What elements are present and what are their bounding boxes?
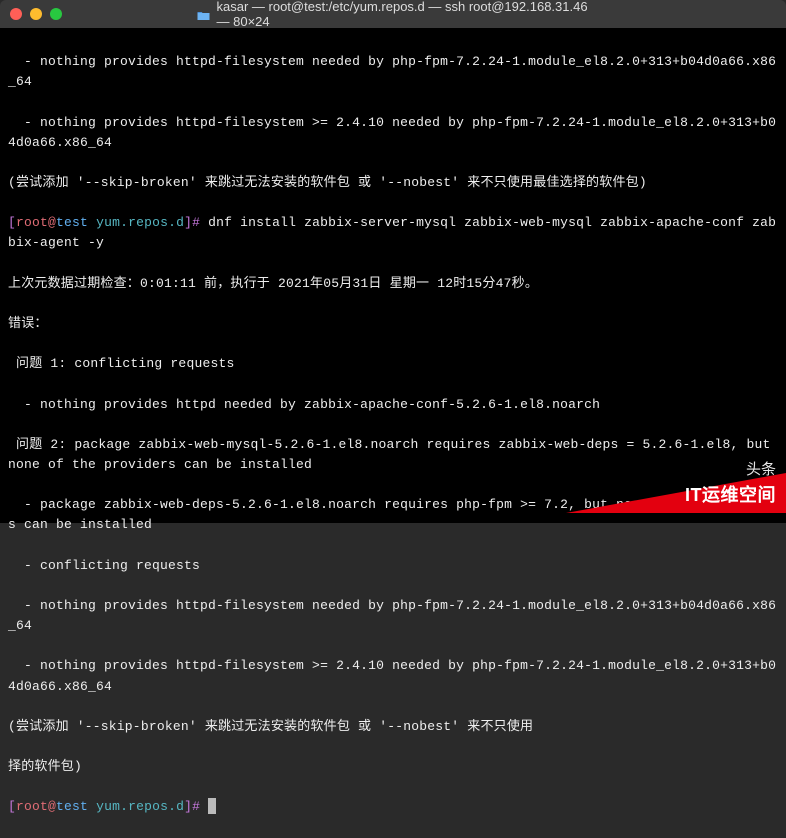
- output-line: 择的软件包): [8, 757, 778, 777]
- prompt-user: root: [16, 799, 48, 814]
- prompt-host: test: [56, 215, 88, 230]
- cursor: [208, 798, 216, 814]
- output-line: - nothing provides httpd-filesystem need…: [8, 52, 778, 92]
- prompt-line: [root@test yum.repos.d]#: [8, 797, 778, 817]
- prompt-bracket-open: [: [8, 799, 16, 814]
- prompt-line: [root@test yum.repos.d]# dnf install zab…: [8, 213, 778, 253]
- command-text: [200, 799, 208, 814]
- output-line: 问题 2: package zabbix-web-mysql-5.2.6-1.e…: [8, 435, 778, 475]
- output-line: - nothing provides httpd-filesystem need…: [8, 596, 778, 636]
- output-line: - conflicting requests: [8, 556, 778, 576]
- prompt-at: @: [48, 799, 56, 814]
- output-line: 错误：: [8, 314, 778, 334]
- window-title: kasar — root@test:/etc/yum.repos.d — ssh…: [197, 0, 590, 29]
- output-line: 上次元数据过期检查：0:01:11 前，执行于 2021年05月31日 星期一 …: [8, 274, 778, 294]
- prompt-at: @: [48, 215, 56, 230]
- output-line: 问题 1: conflicting requests: [8, 354, 778, 374]
- maximize-button[interactable]: [50, 8, 62, 20]
- prompt-host: test: [56, 799, 88, 814]
- terminal-output[interactable]: - nothing provides httpd-filesystem need…: [0, 28, 786, 523]
- prompt-path: yum.repos.d: [88, 799, 184, 814]
- folder-icon: [197, 9, 211, 20]
- prompt-bracket-open: [: [8, 215, 16, 230]
- output-line: (尝试添加 '--skip-broken' 来跳过无法安装的软件包 或 '--n…: [8, 173, 778, 193]
- prompt-bracket-close: ]#: [184, 799, 200, 814]
- traffic-lights: [10, 8, 62, 20]
- output-line: (尝试添加 '--skip-broken' 来跳过无法安装的软件包 或 '--n…: [8, 717, 778, 737]
- output-line: - nothing provides httpd-filesystem >= 2…: [8, 113, 778, 153]
- prompt-bracket-close: ]#: [184, 215, 200, 230]
- output-line: - package zabbix-web-deps-5.2.6-1.el8.no…: [8, 495, 778, 535]
- output-line: - nothing provides httpd-filesystem >= 2…: [8, 656, 778, 696]
- window-titlebar: kasar — root@test:/etc/yum.repos.d — ssh…: [0, 0, 786, 28]
- close-button[interactable]: [10, 8, 22, 20]
- prompt-path: yum.repos.d: [88, 215, 184, 230]
- minimize-button[interactable]: [30, 8, 42, 20]
- prompt-user: root: [16, 215, 48, 230]
- window-title-text: kasar — root@test:/etc/yum.repos.d — ssh…: [217, 0, 590, 29]
- output-line: - nothing provides httpd needed by zabbi…: [8, 395, 778, 415]
